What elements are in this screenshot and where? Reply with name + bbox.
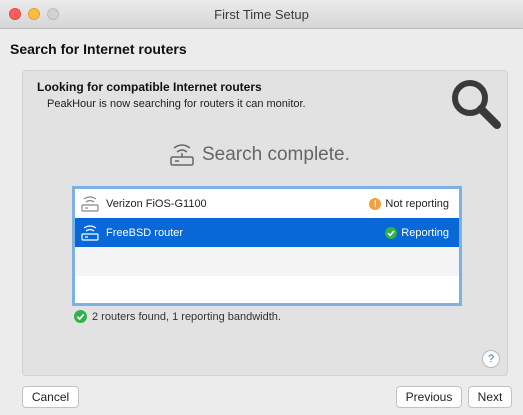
router-status-label: Reporting bbox=[401, 226, 449, 239]
checkmark-icon bbox=[74, 310, 87, 323]
router-status: ! Not reporting bbox=[369, 197, 449, 210]
cancel-button[interactable]: Cancel bbox=[22, 386, 79, 408]
panel-title: Looking for compatible Internet routers bbox=[37, 80, 262, 94]
checkmark-icon bbox=[385, 226, 398, 239]
router-icon bbox=[81, 195, 99, 212]
title-bar: First Time Setup bbox=[0, 0, 523, 29]
router-row[interactable]: Verizon FiOS-G1100 ! Not reporting bbox=[75, 189, 459, 218]
summary-text: 2 routers found, 1 reporting bandwidth. bbox=[92, 310, 281, 323]
router-status: Reporting bbox=[385, 226, 449, 239]
panel-description: PeakHour is now searching for routers it… bbox=[47, 98, 306, 110]
window-title: First Time Setup bbox=[214, 7, 309, 22]
warning-icon: ! bbox=[369, 197, 382, 210]
router-list[interactable]: Verizon FiOS-G1100 ! Not reporting FreeB… bbox=[72, 186, 462, 306]
previous-button[interactable]: Previous bbox=[396, 386, 462, 408]
empty-row bbox=[75, 247, 459, 276]
router-name: FreeBSD router bbox=[106, 226, 184, 239]
search-status: Search complete. bbox=[168, 140, 350, 170]
search-status-text: Search complete. bbox=[202, 144, 350, 165]
router-row-selected[interactable]: FreeBSD router Reporting bbox=[75, 218, 459, 247]
router-status-label: Not reporting bbox=[385, 197, 449, 210]
page-heading: Search for Internet routers bbox=[10, 41, 187, 57]
router-name: Verizon FiOS-G1100 bbox=[106, 197, 207, 210]
scan-summary: 2 routers found, 1 reporting bandwidth. bbox=[74, 310, 281, 323]
next-button[interactable]: Next bbox=[468, 386, 512, 408]
magnifier-icon bbox=[452, 80, 501, 129]
router-icon bbox=[170, 144, 194, 166]
setup-window: First Time Setup Search for Internet rou… bbox=[0, 0, 523, 415]
help-button[interactable]: ? bbox=[482, 350, 500, 368]
router-icon bbox=[81, 224, 99, 241]
